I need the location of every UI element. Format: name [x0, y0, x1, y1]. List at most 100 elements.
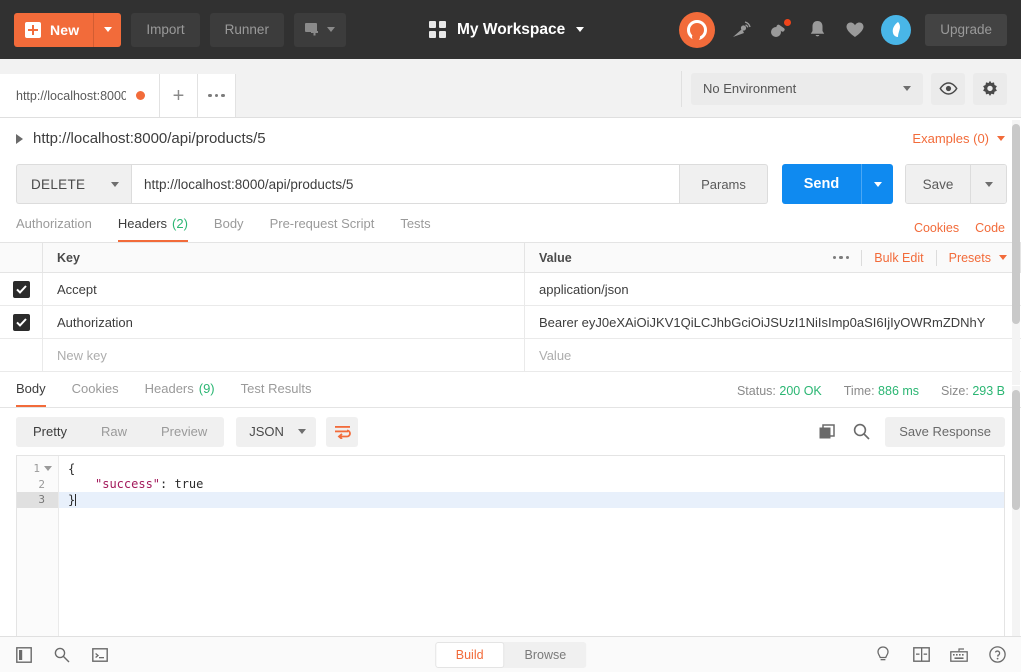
help-button[interactable]	[987, 645, 1007, 665]
console-icon	[92, 647, 108, 662]
settings-button[interactable]	[973, 72, 1007, 105]
app-header: New Import Runner My Workspace Upgrade	[0, 0, 1021, 59]
sidebar-toggle-button[interactable]	[14, 645, 34, 665]
two-pane-button[interactable]	[911, 645, 931, 665]
save-button[interactable]: Save	[906, 165, 970, 203]
environment-selector[interactable]: No Environment	[691, 72, 923, 105]
send-button[interactable]: Send	[782, 164, 861, 204]
eye-icon	[938, 82, 958, 95]
avatar[interactable]	[881, 14, 912, 45]
response-tab-cookies[interactable]: Cookies	[72, 372, 119, 407]
fold-toggle-icon[interactable]	[44, 466, 52, 472]
environment-selected-label: No Environment	[703, 81, 797, 96]
tab-tests[interactable]: Tests	[400, 209, 430, 242]
save-response-button[interactable]: Save Response	[885, 416, 1005, 447]
environment-quick-look-button[interactable]	[931, 72, 965, 105]
new-button-main[interactable]: New	[14, 13, 93, 47]
plus-icon: +	[172, 84, 185, 107]
new-key-input[interactable]: New key	[43, 339, 525, 371]
scrollbar-thumb[interactable]	[1012, 124, 1020, 324]
response-format-selector[interactable]: JSON	[236, 416, 317, 447]
request-tab[interactable]: http://localhost:8000/	[0, 74, 160, 117]
import-button[interactable]: Import	[131, 12, 200, 47]
time-value: 886 ms	[878, 384, 920, 398]
search-button[interactable]	[851, 422, 871, 442]
keyboard-button[interactable]	[949, 645, 969, 665]
postman-logo-icon[interactable]	[679, 11, 716, 48]
workspace-selector[interactable]: My Workspace	[429, 0, 585, 59]
gear-icon	[983, 80, 997, 96]
chevron-down-icon	[576, 27, 585, 32]
code-line: "success" : true	[59, 477, 1004, 493]
line-number-gutter: 1 2 3	[17, 456, 59, 636]
bulk-edit-button[interactable]: Bulk Edit	[874, 251, 923, 265]
header-key[interactable]: Authorization	[43, 306, 525, 338]
response-tab-body[interactable]: Body	[16, 372, 46, 407]
headers-table: Key Value Bulk Edit Presets Accept appli…	[0, 243, 1021, 372]
mode-build[interactable]: Build	[434, 641, 505, 668]
response-tab-headers[interactable]: Headers (9)	[145, 372, 215, 407]
tab-authorization[interactable]: Authorization	[16, 209, 92, 242]
examples-label: Examples (0)	[912, 131, 989, 146]
heart-icon[interactable]	[843, 18, 867, 42]
send-options-button[interactable]	[861, 164, 893, 204]
new-value-input[interactable]: Value	[525, 339, 1021, 371]
bulb-button[interactable]	[873, 645, 893, 665]
upgrade-button[interactable]: Upgrade	[925, 13, 1007, 46]
code-link[interactable]: Code	[975, 221, 1005, 235]
row-checkbox[interactable]	[12, 313, 30, 331]
line-number: 1	[33, 462, 40, 476]
cookies-link[interactable]: Cookies	[914, 221, 959, 235]
find-button[interactable]	[52, 645, 72, 665]
tab-options-button[interactable]	[198, 74, 236, 117]
satellite-dish-icon[interactable]	[729, 18, 753, 42]
json-value: true	[174, 477, 204, 492]
tab-headers[interactable]: Headers (2)	[117, 209, 188, 242]
save-button-group: Save	[905, 164, 1007, 204]
save-options-button[interactable]	[970, 165, 1006, 203]
header-value[interactable]: Bearer eyJ0eXAiOiJKV1QiLCJhbGciOiJSUzI1N…	[525, 306, 985, 338]
tab-body[interactable]: Body	[214, 209, 244, 242]
environment-controls: No Environment	[691, 59, 1007, 118]
tab-label: Headers	[144, 381, 194, 396]
new-button-dropdown[interactable]	[93, 12, 121, 47]
ellipsis-icon	[208, 93, 225, 98]
url-input[interactable]	[131, 164, 680, 204]
table-row: Authorization Bearer eyJ0eXAiOiJKV1QiLCJ…	[0, 306, 1021, 339]
triangle-right-icon[interactable]	[16, 133, 23, 144]
view-mode-preview[interactable]: Preview	[144, 417, 224, 447]
view-mode-pretty[interactable]: Pretty	[16, 416, 84, 447]
chevron-down-icon	[298, 429, 307, 434]
open-new-window-button[interactable]	[293, 12, 346, 47]
response-scrollbar[interactable]	[1012, 386, 1020, 636]
row-checkbox[interactable]	[12, 280, 30, 298]
request-scrollbar[interactable]	[1012, 120, 1020, 385]
header-key[interactable]: Accept	[43, 273, 525, 305]
bell-icon[interactable]	[805, 18, 829, 42]
chevron-down-icon	[873, 181, 882, 187]
request-tab-links: Cookies Code	[914, 221, 1005, 235]
tab-label: Headers	[117, 216, 168, 231]
new-tab-button[interactable]: +	[160, 74, 198, 117]
runner-button[interactable]: Runner	[209, 12, 284, 47]
header-value[interactable]: application/json	[525, 273, 1021, 305]
view-mode-raw[interactable]: Raw	[84, 417, 144, 447]
params-button[interactable]: Params	[680, 164, 768, 204]
console-button[interactable]	[90, 645, 110, 665]
examples-dropdown[interactable]: Examples (0)	[912, 131, 1005, 146]
mode-browse[interactable]: Browse	[505, 642, 587, 668]
copy-button[interactable]	[817, 422, 837, 442]
word-wrap-button[interactable]	[326, 416, 359, 447]
interceptor-icon[interactable]	[767, 17, 793, 42]
chevron-down-icon	[997, 136, 1005, 141]
ellipsis-icon[interactable]	[832, 255, 850, 260]
scrollbar-thumb[interactable]	[1012, 390, 1020, 510]
json-separator: :	[160, 477, 175, 492]
method-selector[interactable]: DELETE	[16, 164, 131, 204]
presets-dropdown[interactable]: Presets	[949, 251, 991, 265]
code-content[interactable]: { "success" : true }	[59, 456, 1004, 636]
tab-count: (9)	[198, 381, 215, 396]
new-button[interactable]: New	[14, 12, 122, 47]
response-tab-test-results[interactable]: Test Results	[241, 372, 312, 407]
tab-pre-request-script[interactable]: Pre-request Script	[270, 209, 375, 242]
